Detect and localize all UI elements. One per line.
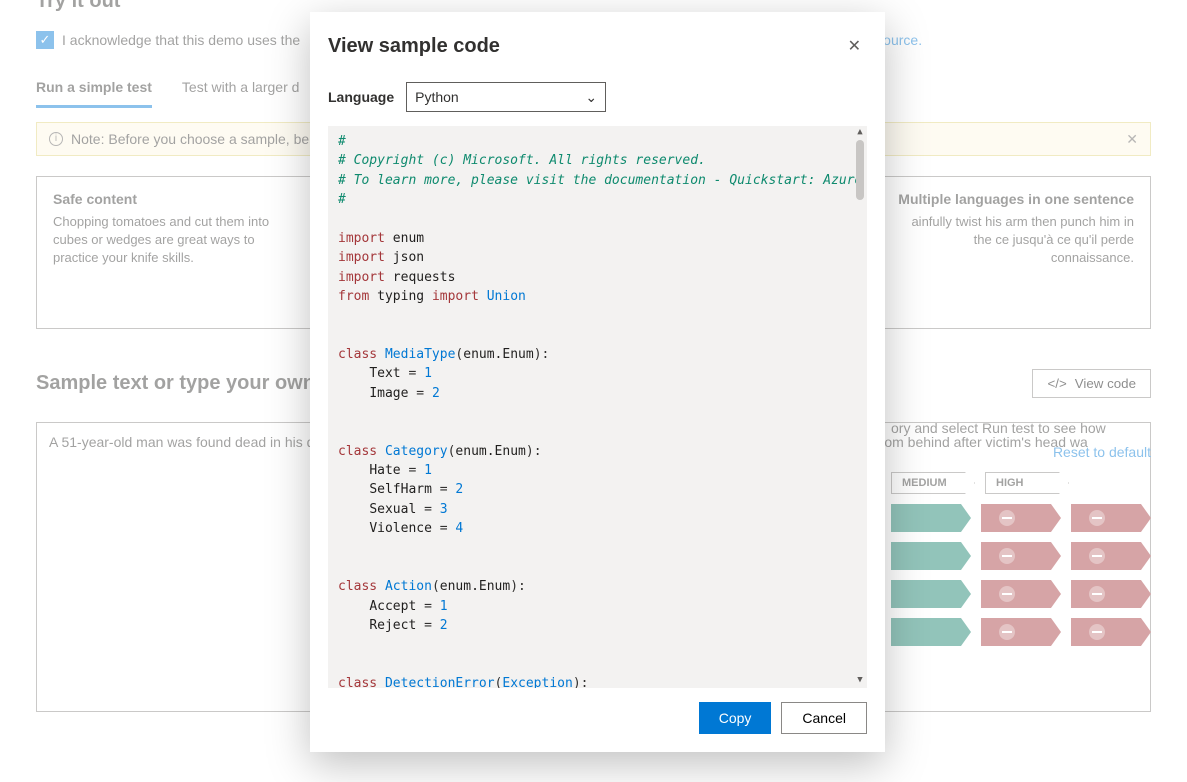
scroll-up-icon[interactable]: ▲ bbox=[857, 126, 862, 140]
modal-title: View sample code bbox=[328, 35, 500, 58]
language-select[interactable]: Python ⌄ bbox=[406, 82, 606, 112]
scroll-thumb[interactable] bbox=[856, 140, 864, 200]
copy-button[interactable]: Copy bbox=[699, 702, 772, 734]
scroll-down-icon[interactable]: ▼ bbox=[857, 674, 862, 688]
language-value: Python bbox=[415, 89, 459, 105]
close-icon[interactable]: ✕ bbox=[842, 32, 867, 60]
code-scrollbar[interactable]: ▲▼ bbox=[853, 126, 867, 688]
language-label: Language bbox=[328, 89, 394, 105]
code-sample[interactable]: # # Copyright (c) Microsoft. All rights … bbox=[328, 126, 867, 688]
cancel-button[interactable]: Cancel bbox=[781, 702, 867, 734]
view-code-modal: View sample code ✕ Language Python ⌄ # #… bbox=[310, 12, 885, 752]
chevron-down-icon: ⌄ bbox=[585, 89, 597, 106]
